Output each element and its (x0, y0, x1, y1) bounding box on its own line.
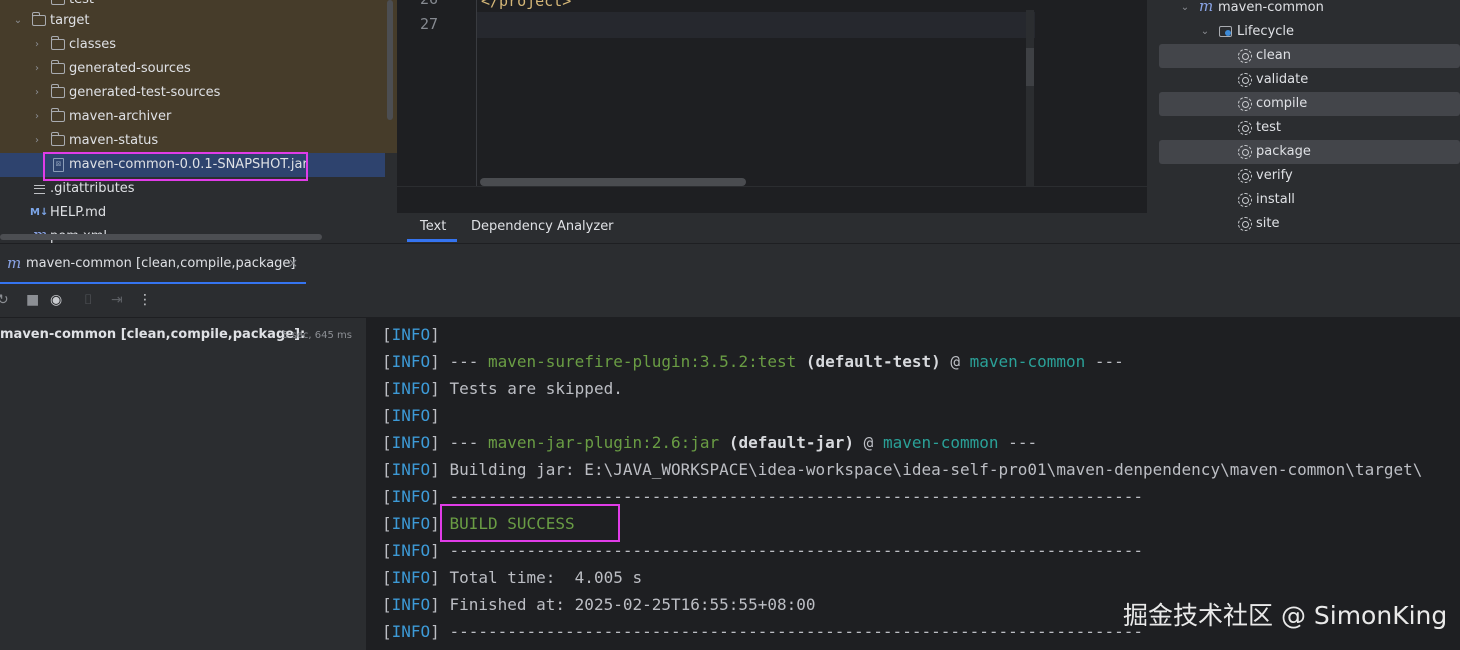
phase-verify[interactable]: verify (1147, 164, 1460, 188)
tab-dependency-analyzer[interactable]: Dependency Analyzer (471, 219, 614, 234)
close-icon[interactable]: × (288, 256, 298, 270)
tree-item-classes[interactable]: › classes (0, 33, 397, 57)
maven-tool-window: ⌄ m maven-common ⌄ Lifecycle clean valid… (1147, 0, 1460, 243)
maven-project-node[interactable]: ⌄ m maven-common (1147, 0, 1460, 20)
console-line: [INFO] --- maven-jar-plugin:2.6:jar (def… (382, 433, 1038, 452)
folder-icon (51, 108, 65, 122)
markdown-icon: M↓ (30, 207, 49, 218)
eye-icon[interactable]: ◉ (50, 292, 62, 308)
folder-icon (51, 132, 65, 146)
editor-scroll-thumb[interactable] (1026, 48, 1034, 86)
run-tree-item[interactable]: maven-common [clean,compile,package]: (0, 327, 305, 342)
phase-package[interactable]: package (1159, 140, 1460, 164)
console-line: [INFO] --- maven-surefire-plugin:3.5.2:t… (382, 352, 1124, 371)
editor-vertical-scrollbar[interactable] (1026, 10, 1034, 186)
console-line: [INFO] Building jar: E:\JAVA_WORKSPACE\i… (382, 460, 1423, 479)
gear-icon (1238, 73, 1252, 87)
gear-icon (1238, 217, 1252, 231)
build-success-highlight-box (440, 504, 620, 542)
editor-panel: 26 27 </project> Text Dependency Analyze… (397, 0, 1147, 243)
exit-icon[interactable]: ⇥ (111, 292, 123, 308)
chevron-right-icon[interactable]: › (31, 57, 43, 81)
chevron-right-icon[interactable]: › (31, 81, 43, 105)
console-line: [INFO] Finished at: 2025-02-25T16:55:55+… (382, 595, 816, 614)
maven-icon: m (7, 254, 22, 272)
line-number: 26 (420, 0, 438, 8)
gear-icon (1238, 169, 1252, 183)
editor-bottom-tabs: Text Dependency Analyzer (397, 213, 1147, 243)
console-line: [INFO] Total time: 4.005 s (382, 568, 643, 587)
editor-footer (397, 186, 1147, 213)
chevron-down-icon[interactable]: ⌄ (12, 9, 24, 33)
run-duration: 5 sec, 645 ms (282, 330, 352, 341)
gear-icon (1238, 193, 1252, 207)
folder-icon (51, 84, 65, 98)
chevron-down-icon[interactable]: ⌄ (1199, 20, 1211, 44)
console-line: [INFO] Tests are skipped. (382, 379, 623, 398)
phase-compile[interactable]: compile (1159, 92, 1460, 116)
gear-icon (1238, 121, 1252, 135)
phase-install[interactable]: install (1147, 188, 1460, 212)
phase-clean[interactable]: clean (1159, 44, 1460, 68)
more-options-icon[interactable]: ⋮ (138, 292, 152, 308)
run-tool-window-header: m maven-common [clean,compile,package] × (0, 243, 1460, 285)
run-toolbar: ↻ ■ ◉ ⌷ ⇥ ⋮ (0, 284, 1460, 318)
tree-item-generated-sources[interactable]: › generated-sources (0, 57, 397, 81)
project-horizontal-scrollbar[interactable] (0, 234, 322, 240)
current-line-highlight (397, 12, 1035, 38)
camera-icon[interactable]: ⌷ (84, 292, 92, 308)
console-line: [INFO] ---------------------------------… (382, 622, 1144, 641)
chevron-down-icon[interactable]: ⌄ (1179, 0, 1191, 20)
editor-gutter: 26 27 (397, 0, 477, 186)
folder-icon (51, 36, 65, 50)
chevron-right-icon[interactable]: › (31, 129, 43, 153)
tree-item-maven-archiver[interactable]: › maven-archiver (0, 105, 397, 129)
project-vertical-scrollbar[interactable] (387, 0, 393, 120)
maven-icon: m (1199, 0, 1214, 15)
folder-icon (51, 60, 65, 74)
console-line: [INFO] (382, 406, 440, 425)
tab-text[interactable]: Text (420, 219, 446, 234)
line-number: 27 (419, 15, 438, 33)
phase-validate[interactable]: validate (1147, 68, 1460, 92)
phase-test[interactable]: test (1147, 116, 1460, 140)
active-tab-indicator (407, 239, 457, 242)
gear-icon (1238, 97, 1252, 111)
gear-icon (1238, 49, 1252, 63)
tree-item-generated-test-sources[interactable]: › generated-test-sources (0, 81, 397, 105)
project-tree-panel: test ⌄ target › classes › generated-sour… (0, 0, 397, 243)
chevron-right-icon[interactable]: › (31, 105, 43, 129)
folder-icon (51, 0, 65, 5)
gear-icon (1238, 145, 1252, 159)
tree-item-target[interactable]: ⌄ target (0, 9, 397, 33)
stop-icon[interactable]: ■ (26, 292, 39, 308)
tree-item-maven-status[interactable]: › maven-status (0, 129, 397, 153)
watermark: 掘金技术社区 @ SimonKing (1123, 601, 1448, 630)
folder-icon (32, 12, 46, 26)
run-tree-panel: maven-common [clean,compile,package]: 5 … (0, 318, 367, 650)
code-line[interactable]: </project> (481, 0, 571, 10)
phase-site[interactable]: site (1147, 212, 1460, 236)
maven-icon: m (33, 223, 47, 243)
text-file-icon (34, 185, 45, 194)
chevron-right-icon[interactable]: › (31, 33, 43, 57)
run-tab-maven-common[interactable]: maven-common [clean,compile,package] (26, 256, 296, 271)
console-line: [INFO] (382, 325, 440, 344)
lifecycle-node[interactable]: ⌄ Lifecycle (1147, 20, 1460, 44)
lifecycle-folder-icon (1219, 26, 1232, 37)
editor-horizontal-scrollbar[interactable] (480, 178, 746, 186)
jar-highlight-box (43, 152, 308, 181)
rerun-icon[interactable]: ↻ (0, 292, 9, 308)
